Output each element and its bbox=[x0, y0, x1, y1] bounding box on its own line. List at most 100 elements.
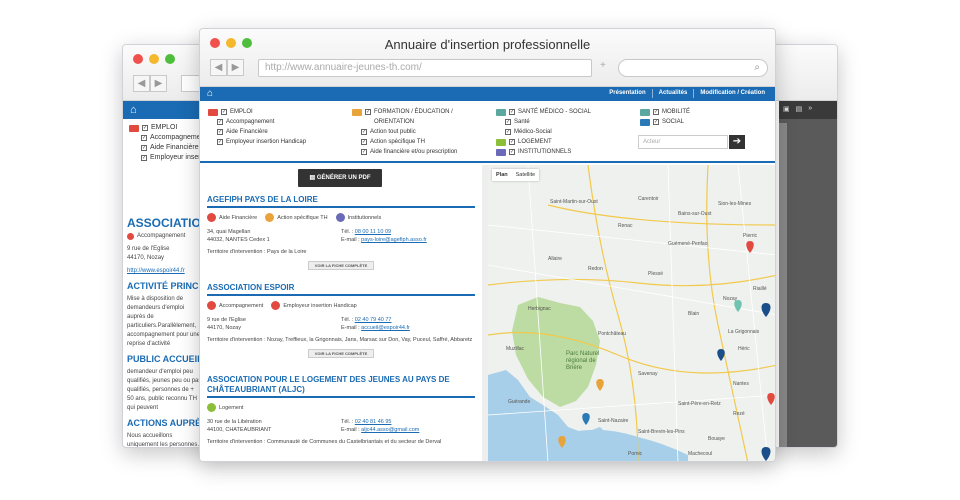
checkbox-icon[interactable]: ✓ bbox=[217, 119, 223, 125]
pdf-scrollbar[interactable] bbox=[779, 123, 787, 447]
filter-medico-social[interactable]: ✓ Médico-Social bbox=[496, 127, 591, 137]
url-bar[interactable]: http://www.annuaire-jeunes-th.com/ bbox=[258, 59, 592, 77]
view-full-record-button[interactable]: VOIR LA FICHE COMPLÈTE bbox=[308, 261, 374, 270]
checkbox-icon[interactable]: ✓ bbox=[505, 129, 511, 135]
place-pornic: Pornic bbox=[628, 451, 643, 457]
entry-address: 9 rue de l'Eglise bbox=[207, 317, 246, 323]
filter-social[interactable]: ✓ SOCIAL bbox=[640, 117, 690, 127]
search-submit-button[interactable]: ➔ bbox=[729, 135, 745, 149]
tab-plan[interactable]: Plan bbox=[492, 169, 512, 181]
entry-tags: Accompagnement Employeur insertion Handic… bbox=[207, 301, 475, 310]
filter-label: EMPLOI bbox=[230, 109, 253, 115]
map-canvas: Saint-Martin-sur-Oust Carentoir Bains-sur-… bbox=[488, 165, 775, 461]
close-dot[interactable] bbox=[133, 54, 143, 64]
checkbox-icon[interactable]: ✓ bbox=[509, 149, 515, 155]
forward-arrow-icon[interactable]: ▶ bbox=[150, 75, 167, 92]
home-icon[interactable]: ⌂ bbox=[130, 104, 137, 116]
filter-action-specifique-th[interactable]: ✓ Action spécifique TH bbox=[352, 137, 457, 147]
checkbox-icon[interactable]: ✓ bbox=[509, 109, 515, 115]
entry-name[interactable]: ASSOCIATION ESPOIR bbox=[207, 283, 475, 296]
place-saint-pere-en-retz: Saint-Père-en-Retz bbox=[678, 401, 721, 407]
place-blain: Blain bbox=[688, 311, 699, 317]
back-page-content: ASSOCIATION Accompagnement 9 rue de l'Eg… bbox=[127, 213, 216, 448]
place-herbignac: Herbignac bbox=[528, 306, 551, 312]
filter-aide-financiere-et-ou-prescription[interactable]: ✓ Aide financière et/ou prescription bbox=[352, 147, 457, 157]
back-arrow-icon[interactable]: ◀ bbox=[210, 59, 227, 76]
entry-name[interactable]: AGEFIPH PAYS DE LA LOIRE bbox=[207, 195, 475, 208]
browser-search-field[interactable]: ⌕ bbox=[618, 59, 768, 77]
checkbox-icon[interactable]: ✓ bbox=[142, 125, 148, 131]
filter-orientation[interactable]: ORIENTATION bbox=[352, 117, 457, 127]
pdf-viewer-pane bbox=[779, 119, 837, 447]
home-icon[interactable]: ⌂ bbox=[207, 88, 213, 99]
view-full-record-button[interactable]: VOIR LA FICHE COMPLÈTE bbox=[308, 349, 374, 358]
checkbox-icon[interactable]: ✓ bbox=[361, 149, 367, 155]
place-heric: Héric bbox=[738, 346, 750, 352]
top-menu: Présentation Actualités Modification / Cré… bbox=[603, 89, 771, 98]
entry-phone: Tél. : 08 00 11 10 09 bbox=[341, 229, 392, 235]
minimize-dot[interactable] bbox=[149, 54, 159, 64]
download-icon[interactable]: ▣ bbox=[783, 105, 790, 113]
filter-accompagnement[interactable]: ✓ Accompagnement bbox=[208, 117, 306, 127]
place-saint-martin-sur-oust: Saint-Martin-sur-Oust bbox=[550, 199, 598, 205]
checkbox-icon[interactable]: ✓ bbox=[221, 109, 227, 115]
checkbox-icon[interactable]: ✓ bbox=[361, 129, 367, 135]
back-arrow-icon[interactable]: ◀ bbox=[133, 75, 150, 92]
filter-emploi[interactable]: ✓ EMPLOI bbox=[208, 107, 306, 117]
filter-employeur-insertion-handicap[interactable]: ✓ Employeur insertion Handicap bbox=[208, 137, 306, 147]
new-tab-icon[interactable]: + bbox=[600, 60, 606, 71]
filter-action-tout-public[interactable]: ✓ Action tout public bbox=[352, 127, 457, 137]
maximize-dot[interactable] bbox=[165, 54, 175, 64]
map-pane[interactable]: Plan Satellite Saint-Martin-sur-Oust Car… bbox=[488, 165, 775, 461]
checkbox-icon[interactable]: ✓ bbox=[509, 139, 515, 145]
checkbox-icon[interactable]: ✓ bbox=[653, 119, 659, 125]
checkbox-icon[interactable]: ✓ bbox=[217, 129, 223, 135]
entry-phone: Tél. : 02 40 79 40 77 bbox=[341, 317, 392, 323]
filter-label: Employeur insertion Handicap bbox=[226, 139, 307, 145]
checkbox-icon[interactable]: ✓ bbox=[365, 109, 371, 115]
checkbox-icon[interactable]: ✓ bbox=[653, 109, 659, 115]
place-riaille: Riaillé bbox=[753, 286, 767, 292]
back-website-link[interactable]: http://www.espoir44.fr bbox=[127, 267, 202, 276]
filter-sante-medico-social[interactable]: ✓ SANTÉ MÉDICO - SOCIAL bbox=[496, 107, 591, 117]
category-icon bbox=[496, 108, 506, 116]
filter-sante[interactable]: ✓ Santé bbox=[496, 117, 591, 127]
entry-phone: Tél. : 02 40 81 46 95 bbox=[341, 419, 392, 425]
checkbox-icon[interactable]: ✓ bbox=[361, 139, 367, 145]
screenshot-stage: ◀ ▶ ⌂ ✓ EMPLOI ✓ Accompagnement ✓ Aide Financ… bbox=[0, 0, 960, 500]
menu-item-modification-creation[interactable]: Modification / Création bbox=[693, 89, 771, 98]
forward-arrow-icon[interactable]: ▶ bbox=[227, 59, 244, 76]
generate-pdf-button[interactable]: ▤ GÉNÉRER UN PDF bbox=[298, 169, 382, 187]
place-muzillac: Muzillac bbox=[506, 346, 525, 352]
place-carentoir: Carentoir bbox=[638, 196, 659, 202]
actor-search-input[interactable]: Acteur bbox=[638, 135, 728, 149]
filter-formation-education[interactable]: ✓ FORMATION / ÉDUCATION / bbox=[352, 107, 457, 117]
print-icon[interactable]: ▤ bbox=[796, 105, 803, 113]
filter-column-sante: ✓ SANTÉ MÉDICO - SOCIAL ✓ Santé ✓ Médico-Soci… bbox=[496, 107, 591, 157]
filter-mobilite[interactable]: ✓ MOBILITÉ bbox=[640, 107, 690, 117]
entry-name[interactable]: ASSOCIATION POUR LE LOGEMENT DES JEUNES … bbox=[207, 375, 475, 398]
place-reze: Rezé bbox=[733, 411, 745, 417]
entry-address: 34, quai Magellan bbox=[207, 229, 251, 235]
tab-satellite[interactable]: Satellite bbox=[512, 169, 540, 181]
filter-aide-financiere[interactable]: ✓ Aide Financière bbox=[208, 127, 306, 137]
checkbox-icon[interactable]: ✓ bbox=[141, 155, 147, 161]
category-filters: ✓ EMPLOI ✓ Accompagnement ✓ Aide Financière ✓ E… bbox=[200, 101, 775, 163]
checkbox-icon[interactable]: ✓ bbox=[141, 135, 147, 141]
site-nav-bar: ⌂ Présentation Actualités Modification / C… bbox=[200, 87, 775, 101]
checkbox-icon[interactable]: ✓ bbox=[141, 145, 147, 151]
entry-city: 44100, CHATEAUBRIANT bbox=[207, 427, 272, 433]
place-sion-les-mines: Sion-les-Mines bbox=[718, 201, 752, 207]
back-section-text: Nous accueillons uniquement les personne… bbox=[127, 433, 200, 448]
category-icon bbox=[640, 108, 650, 116]
menu-item-actualites[interactable]: Actualités bbox=[651, 89, 694, 98]
checkbox-icon[interactable]: ✓ bbox=[505, 119, 511, 125]
filter-label: INSTITUTIONNELS bbox=[518, 149, 572, 155]
filter-institutionnels[interactable]: ✓ INSTITUTIONNELS bbox=[496, 147, 591, 157]
filter-logement[interactable]: ✓ LOGEMENT bbox=[496, 137, 591, 147]
entry-tag: Aide Financière bbox=[207, 213, 257, 222]
checkbox-icon[interactable]: ✓ bbox=[217, 139, 223, 145]
more-icon[interactable]: » bbox=[808, 105, 812, 113]
menu-item-presentation[interactable]: Présentation bbox=[603, 89, 651, 98]
entry-tag: Action spécifique TH bbox=[265, 213, 328, 222]
